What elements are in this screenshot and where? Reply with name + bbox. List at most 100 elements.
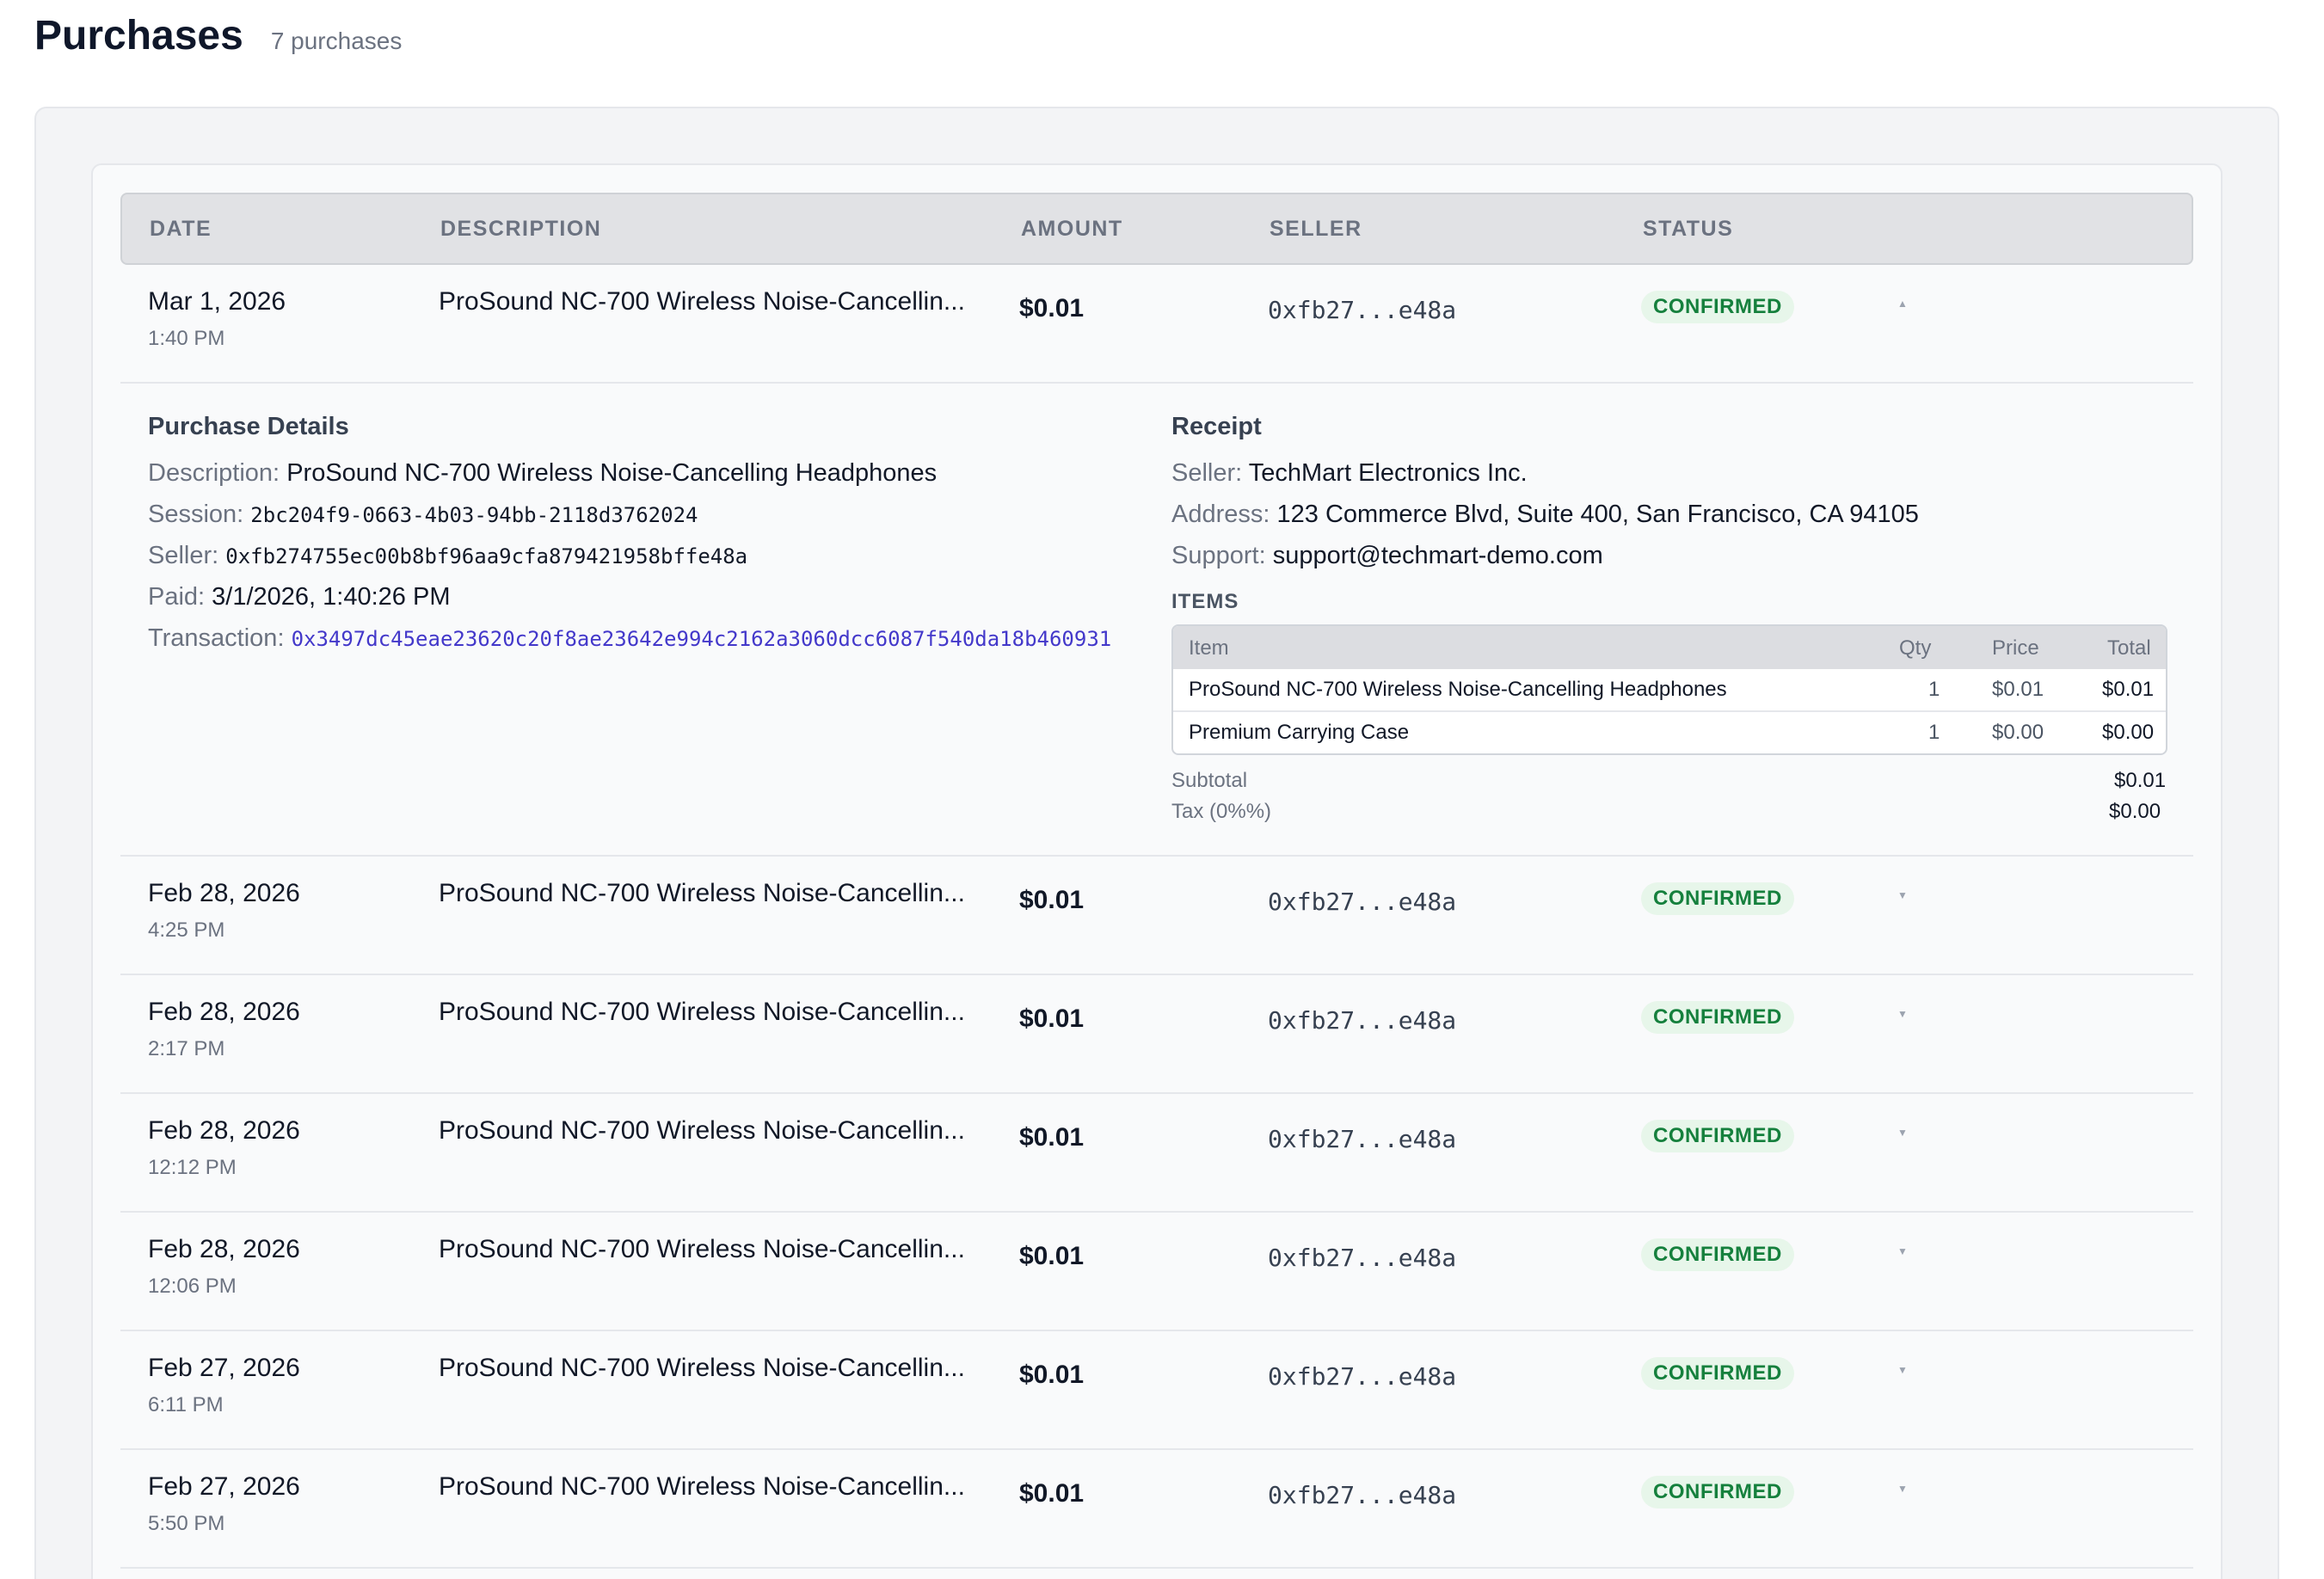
row-seller: 0xfb27...e48a — [1268, 888, 1457, 916]
row-description: ProSound NC-700 Wireless Noise-Cancellin… — [439, 1354, 965, 1382]
page-title: Purchases — [34, 13, 243, 58]
item-name: ProSound NC-700 Wireless Noise-Cancellin… — [1189, 678, 1727, 701]
detail-description-value: ProSound NC-700 Wireless Noise-Cancellin… — [286, 459, 938, 487]
row-time: 6:11 PM — [148, 1393, 224, 1416]
header-status: STATUS — [1643, 217, 1734, 241]
detail-seller-label: Seller: — [148, 542, 219, 569]
row-amount: $0.01 — [1019, 1242, 1085, 1270]
detail-seller-value: 0xfb274755ec00b8bf96aa9cfa879421958bffe4… — [225, 544, 748, 568]
items-header-qty: Qty — [1899, 636, 1932, 660]
items-table-row: Premium Carrying Case 1 $0.00 $0.00 — [1173, 712, 2166, 753]
receipt-support-label: Support: — [1171, 542, 1266, 569]
row-date: Mar 1, 2026 — [148, 287, 286, 316]
row-amount: $0.01 — [1019, 294, 1085, 323]
status-badge: CONFIRMED — [1641, 1476, 1794, 1508]
table-row[interactable]: Feb 27, 2026 5:50 PM ProSound NC-700 Wir… — [120, 1450, 2193, 1569]
items-header-total: Total — [2107, 636, 2151, 660]
items-label: ITEMS — [1171, 590, 1239, 613]
items-header-price: Price — [1992, 636, 2039, 660]
item-total: $0.01 — [2102, 678, 2155, 701]
chevron-down-icon[interactable]: ▼ — [1897, 1483, 1908, 1495]
tax-label: Tax (0%%) — [1171, 800, 1272, 823]
chevron-down-icon[interactable]: ▼ — [1897, 1008, 1908, 1020]
row-description: ProSound NC-700 Wireless Noise-Cancellin… — [439, 998, 965, 1026]
transaction-link[interactable]: 0x3497dc45eae23620c20f8ae23642e994c2162a… — [292, 627, 1112, 651]
table-row[interactable]: Feb 28, 2026 12:12 PM ProSound NC-700 Wi… — [120, 1094, 2193, 1213]
row-description: ProSound NC-700 Wireless Noise-Cancellin… — [439, 879, 965, 907]
item-qty: 1 — [1928, 678, 1940, 701]
details-title: Purchase Details — [148, 413, 349, 440]
table-row[interactable]: Feb 28, 2026 2:17 PM ProSound NC-700 Wir… — [120, 975, 2193, 1094]
row-amount: $0.01 — [1019, 886, 1085, 914]
subtotal-value: $0.01 — [2114, 769, 2167, 792]
row-time: 5:50 PM — [148, 1512, 225, 1535]
header-description: DESCRIPTION — [440, 217, 602, 241]
receipt-seller: Seller: TechMart Electronics Inc. — [1171, 459, 1528, 488]
table-row[interactable]: Mar 1, 2026 1:40 PM ProSound NC-700 Wire… — [120, 265, 2193, 384]
row-seller: 0xfb27...e48a — [1268, 1481, 1457, 1509]
chevron-down-icon[interactable]: ▼ — [1897, 1245, 1908, 1257]
receipt-seller-value: TechMart Electronics Inc. — [1248, 459, 1528, 487]
receipt-items-table: Item Qty Price Total ProSound NC-700 Wir… — [1171, 624, 2167, 755]
receipt-address: Address: 123 Commerce Blvd, Suite 400, S… — [1171, 501, 1919, 529]
detail-session-label: Session: — [148, 501, 244, 528]
header-seller: SELLER — [1270, 217, 1362, 241]
row-date: Feb 28, 2026 — [148, 1116, 300, 1145]
status-badge: CONFIRMED — [1641, 291, 1794, 323]
items-header-item: Item — [1189, 636, 1229, 660]
row-date: Feb 28, 2026 — [148, 879, 300, 907]
row-amount: $0.01 — [1019, 1479, 1085, 1508]
status-badge: CONFIRMED — [1641, 1357, 1794, 1390]
row-seller: 0xfb27...e48a — [1268, 1125, 1457, 1153]
row-time: 12:06 PM — [148, 1275, 237, 1298]
item-name: Premium Carrying Case — [1189, 721, 1410, 744]
purchases-page: Purchases 7 purchases DATE DESCRIPTION A… — [0, 0, 2324, 1579]
detail-session-value: 2bc204f9-0663-4b03-94bb-2118d3762024 — [250, 503, 698, 527]
status-badge: CONFIRMED — [1641, 1120, 1794, 1152]
chevron-down-icon[interactable]: ▼ — [1897, 1364, 1908, 1376]
detail-seller: Seller: 0xfb274755ec00b8bf96aa9cfa879421… — [148, 542, 747, 570]
table-row[interactable]: Feb 27, 2026 6:11 PM ProSound NC-700 Wir… — [120, 1331, 2193, 1450]
row-time: 2:17 PM — [148, 1037, 225, 1060]
detail-paid-value: 3/1/2026, 1:40:26 PM — [212, 583, 451, 611]
tax-value: $0.00 — [2109, 800, 2161, 823]
receipt-support: Support: support@techmart-demo.com — [1171, 542, 1603, 570]
row-description: ProSound NC-700 Wireless Noise-Cancellin… — [439, 1116, 965, 1145]
receipt-address-value: 123 Commerce Blvd, Suite 400, San Franci… — [1276, 501, 1919, 528]
row-date: Feb 27, 2026 — [148, 1472, 300, 1501]
row-date: Feb 28, 2026 — [148, 1235, 300, 1263]
row-description: ProSound NC-700 Wireless Noise-Cancellin… — [439, 1235, 965, 1263]
items-table-row: ProSound NC-700 Wireless Noise-Cancellin… — [1173, 669, 2166, 712]
row-seller: 0xfb27...e48a — [1268, 296, 1457, 324]
row-date: Feb 28, 2026 — [148, 998, 300, 1026]
header-amount: AMOUNT — [1021, 217, 1123, 241]
table-header: DATE DESCRIPTION AMOUNT SELLER STATUS — [120, 193, 2193, 265]
row-description: ProSound NC-700 Wireless Noise-Cancellin… — [439, 1472, 965, 1501]
items-table-header: Item Qty Price Total — [1173, 626, 2166, 669]
row-time: 1:40 PM — [148, 327, 225, 350]
header-date: DATE — [150, 217, 212, 241]
detail-description-label: Description: — [148, 459, 280, 487]
item-price: $0.00 — [1992, 721, 2044, 744]
row-date: Feb 27, 2026 — [148, 1354, 300, 1382]
row-amount: $0.01 — [1019, 1005, 1085, 1033]
table-row[interactable]: Feb 28, 2026 4:25 PM ProSound NC-700 Wir… — [120, 857, 2193, 975]
chevron-down-icon[interactable]: ▼ — [1897, 1127, 1908, 1139]
row-description: ProSound NC-700 Wireless Noise-Cancellin… — [439, 287, 965, 316]
chevron-down-icon[interactable]: ▼ — [1897, 889, 1908, 901]
detail-transaction-label: Transaction: — [148, 624, 285, 652]
receipt-seller-label: Seller: — [1171, 459, 1243, 487]
row-amount: $0.01 — [1019, 1123, 1085, 1152]
detail-session: Session: 2bc204f9-0663-4b03-94bb-2118d37… — [148, 501, 698, 529]
receipt-title: Receipt — [1171, 413, 1262, 440]
chevron-up-icon[interactable]: ▲ — [1897, 298, 1908, 310]
row-time: 12:12 PM — [148, 1156, 237, 1179]
item-total: $0.00 — [2102, 721, 2155, 744]
purchase-detail-panel: Purchase Details Description: ProSound N… — [120, 384, 2193, 857]
row-seller: 0xfb27...e48a — [1268, 1244, 1457, 1272]
status-badge: CONFIRMED — [1641, 882, 1794, 915]
detail-transaction: Transaction: 0x3497dc45eae23620c20f8ae23… — [148, 624, 1111, 653]
subtotal-label: Subtotal — [1171, 769, 1248, 792]
row-time: 4:25 PM — [148, 919, 225, 942]
table-row[interactable]: Feb 28, 2026 12:06 PM ProSound NC-700 Wi… — [120, 1213, 2193, 1331]
